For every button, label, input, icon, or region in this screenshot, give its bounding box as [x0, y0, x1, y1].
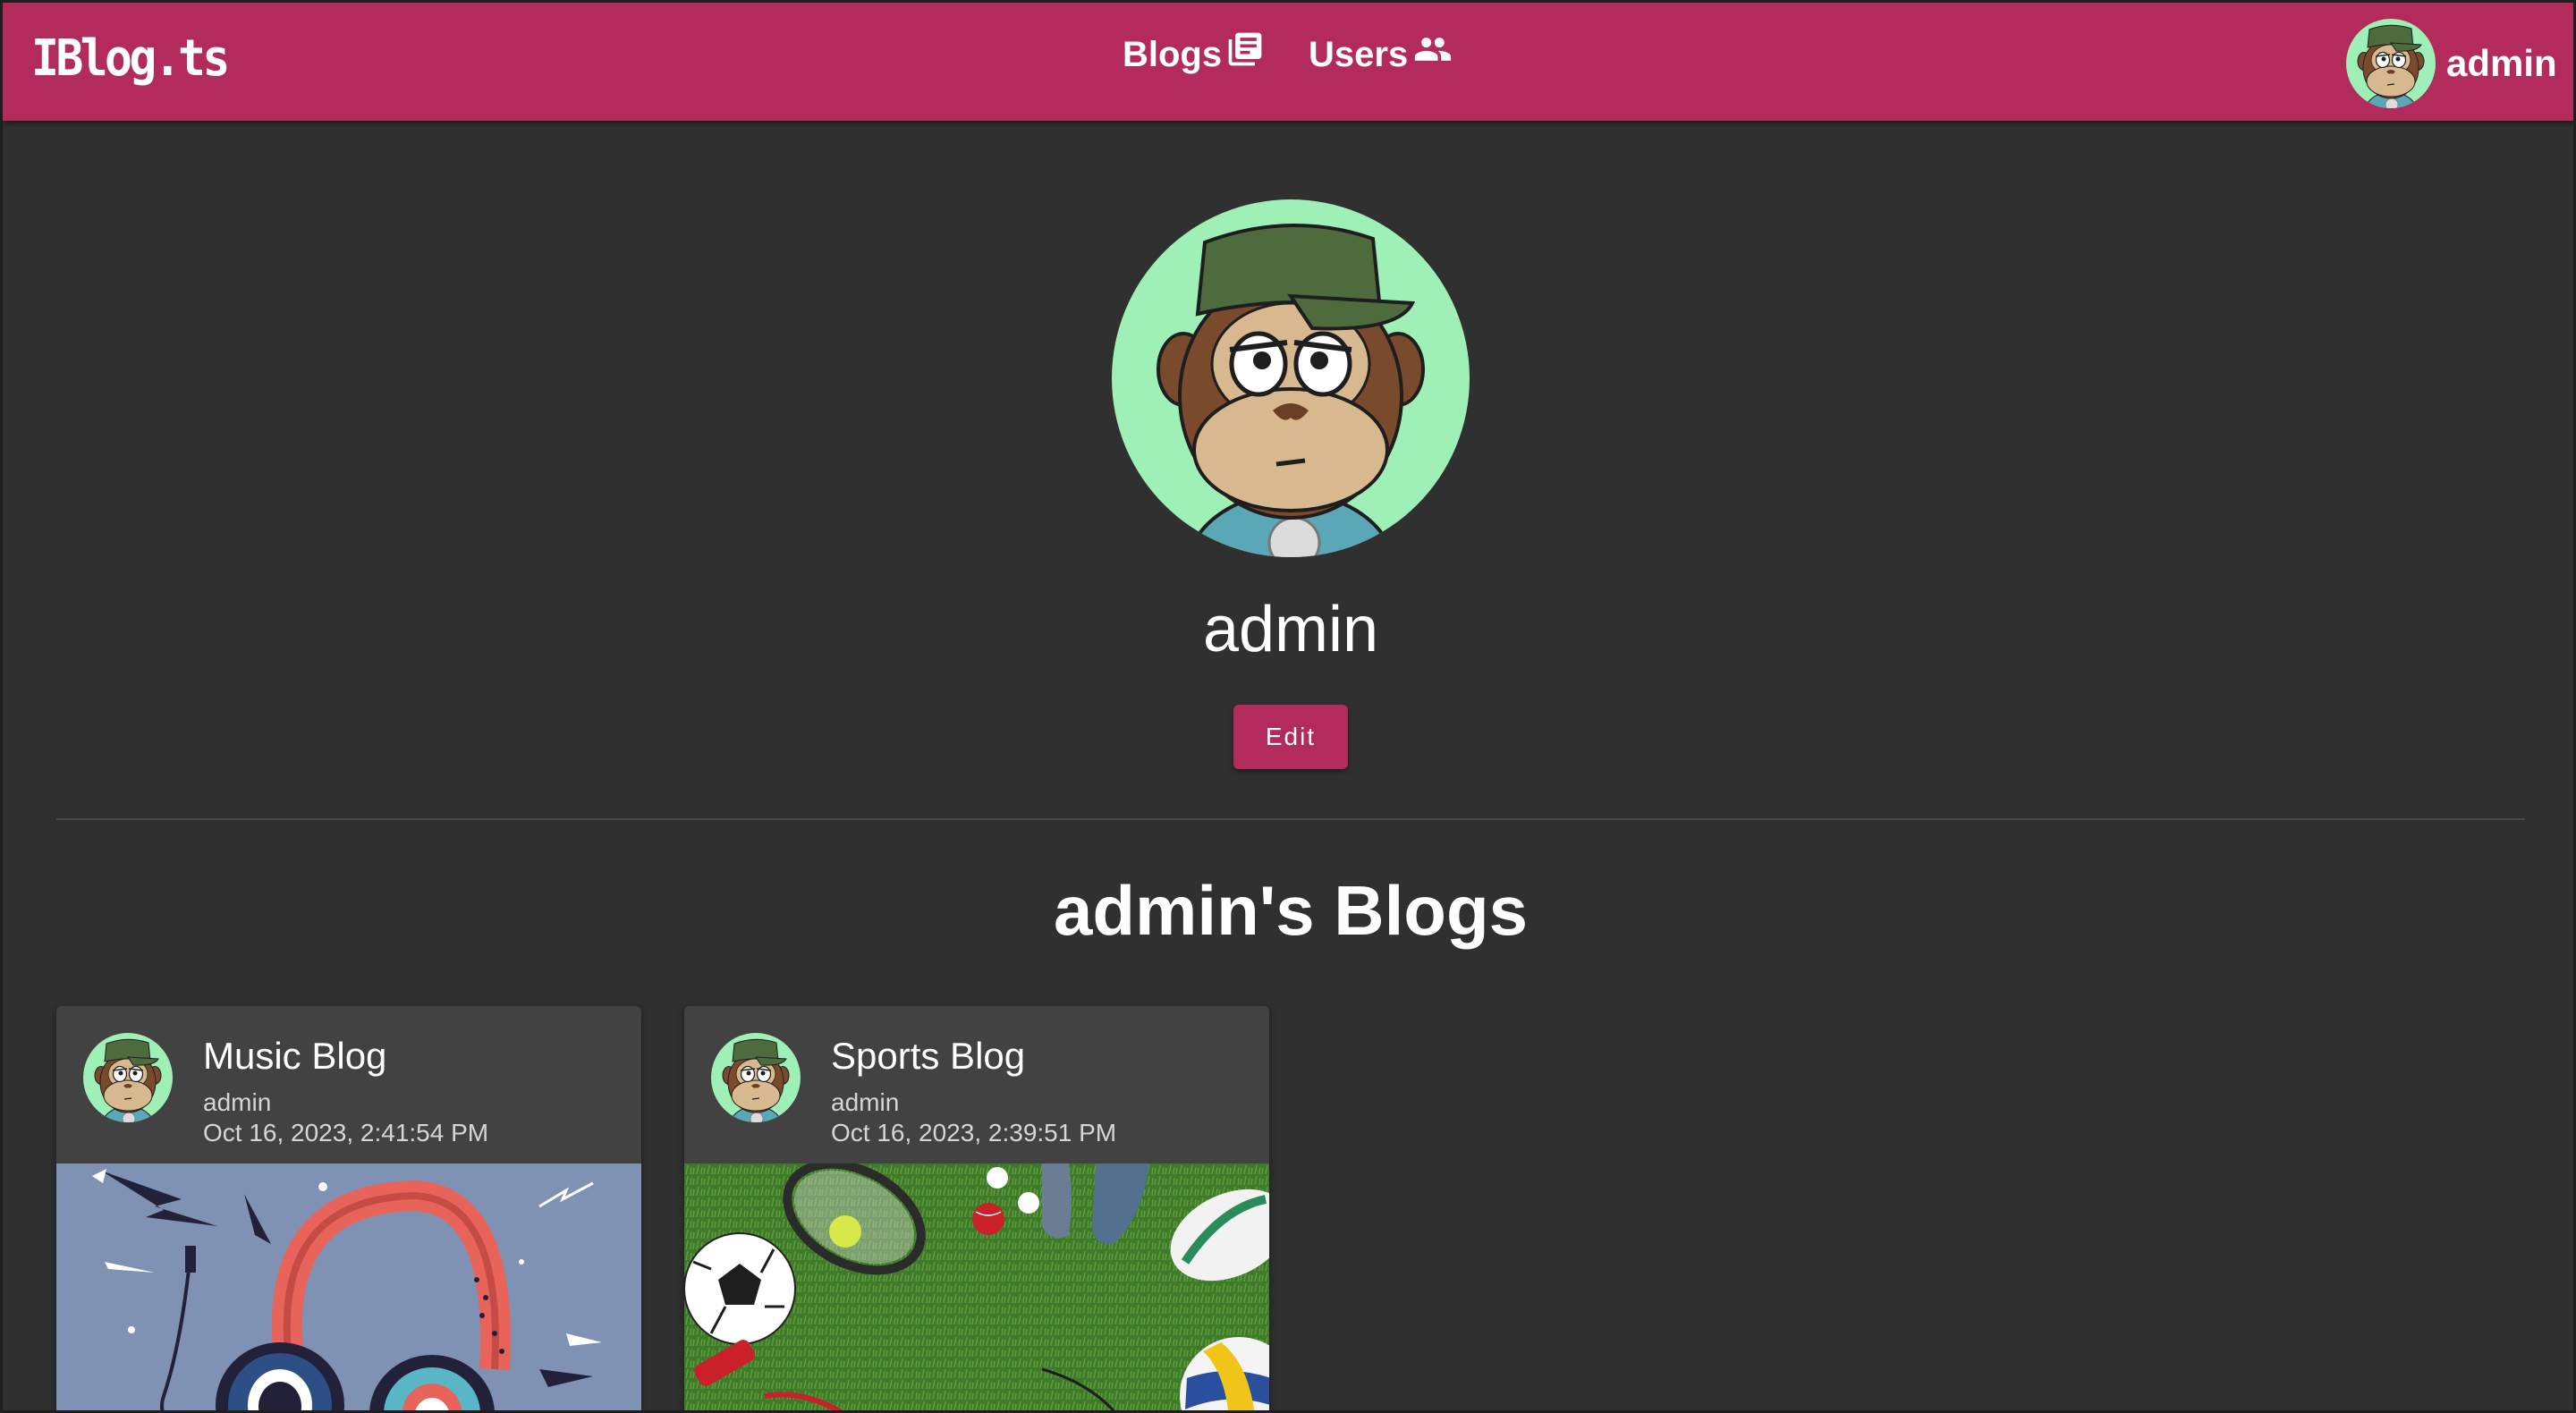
blog-card-music[interactable]: Music Blog admin Oct 16, 2023, 2:41:54 P… [56, 1006, 641, 1410]
user-menu-label: admin [2446, 42, 2557, 84]
card-header: Sports Blog admin Oct 16, 2023, 2:39:51 … [684, 1006, 1269, 1163]
card-author-avatar [83, 1033, 173, 1122]
nav-blogs-link[interactable]: Blogs [1123, 32, 1265, 75]
nav-blogs-label: Blogs [1123, 35, 1223, 74]
app-bar: IBlog.ts Blogs Users admin [3, 3, 2573, 121]
app-window: IBlog.ts Blogs Users admin admin Edit ad… [0, 0, 2576, 1413]
headphones-illustration [56, 1163, 641, 1410]
card-author-avatar [711, 1033, 801, 1122]
blogs-section-title: admin's Blogs [1054, 871, 1528, 950]
section-divider [56, 818, 2525, 820]
user-menu[interactable]: admin [2346, 19, 2557, 108]
newspaper-icon [1228, 32, 1262, 65]
card-date: Oct 16, 2023, 2:41:54 PM [203, 1119, 489, 1146]
card-author: admin [831, 1088, 900, 1116]
brand-logo[interactable]: IBlog.ts [31, 30, 230, 88]
nav-users-label: Users [1309, 35, 1409, 74]
user-avatar [2346, 19, 2436, 108]
profile-username: admin [1202, 594, 1379, 665]
blog-card-sports[interactable]: Sports Blog admin Oct 16, 2023, 2:39:51 … [684, 1006, 1269, 1410]
edit-profile-button[interactable]: Edit [1233, 705, 1348, 769]
sports-equipment-image [684, 1163, 1269, 1410]
card-header: Music Blog admin Oct 16, 2023, 2:41:54 P… [56, 1006, 641, 1163]
card-title[interactable]: Music Blog [203, 1035, 386, 1078]
card-title[interactable]: Sports Blog [831, 1035, 1025, 1078]
profile-avatar [1112, 199, 1470, 557]
card-date: Oct 16, 2023, 2:39:51 PM [831, 1119, 1117, 1146]
people-icon [1415, 37, 1452, 61]
card-author: admin [203, 1088, 272, 1116]
nav-users-link[interactable]: Users [1309, 35, 1454, 75]
